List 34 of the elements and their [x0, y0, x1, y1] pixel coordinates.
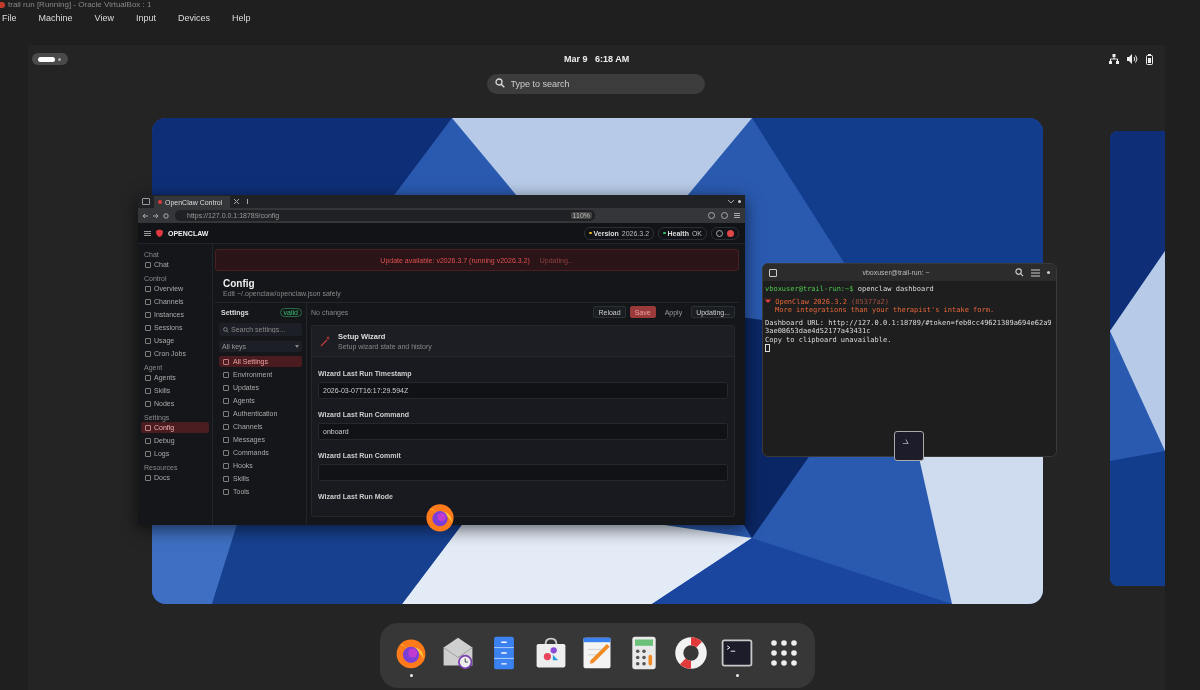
menu-icon[interactable] — [144, 230, 151, 236]
menu-item[interactable]: Devices — [177, 13, 210, 23]
page-title: Config — [223, 278, 256, 289]
life-ring-icon[interactable] — [672, 634, 709, 671]
clock[interactable]: Mar 9 6:18 AM — [564, 54, 630, 64]
wand-icon — [320, 335, 332, 347]
search-icon[interactable] — [1015, 268, 1024, 277]
app-icon — [0, 1, 5, 8]
browser-window[interactable] — [138, 195, 745, 525]
cursor — [765, 344, 770, 352]
menu-item[interactable]: File — [2, 13, 17, 23]
battery-icon[interactable] — [1146, 53, 1153, 65]
lobster-icon — [765, 297, 771, 304]
search-icon — [494, 78, 505, 88]
chevron-down-icon[interactable] — [728, 199, 734, 204]
logo-icon — [155, 229, 164, 237]
caret-icon — [295, 345, 299, 348]
window-title: trail run [Running] - Oracle VirtualBox : 1 — [8, 0, 152, 9]
activities-indicator[interactable] — [32, 53, 68, 65]
volume-icon[interactable] — [1127, 54, 1138, 64]
menu-icon[interactable] — [1031, 268, 1040, 277]
network-icon[interactable] — [1109, 54, 1119, 64]
menu-icon[interactable] — [734, 213, 740, 218]
navigation-icons[interactable] — [143, 212, 169, 219]
search-icon — [223, 326, 229, 333]
menu-item[interactable]: Help — [231, 13, 251, 23]
terminal-window[interactable] — [762, 263, 1057, 457]
avatar-icon[interactable] — [727, 229, 734, 237]
app-grid-icon[interactable] — [768, 637, 799, 668]
menu-item[interactable]: View — [94, 13, 114, 23]
terminal-icon[interactable] — [894, 431, 924, 461]
search-field[interactable]: Type to search — [486, 74, 705, 94]
menu-item[interactable]: Machine — [38, 13, 73, 23]
menu-item[interactable]: Input — [135, 13, 156, 23]
